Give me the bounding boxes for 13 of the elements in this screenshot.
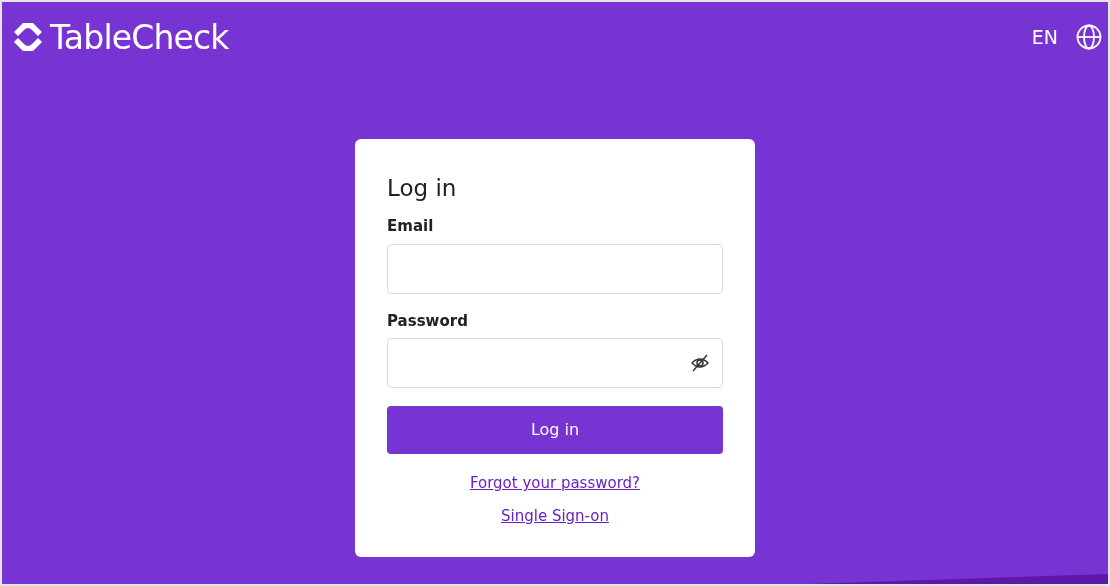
sso-link[interactable]: Single Sign-on [501,504,609,527]
field-label: Password [387,310,469,332]
logo-icon [12,21,44,53]
password-field[interactable] [387,338,723,388]
globe-icon[interactable] [1076,24,1102,50]
language-label[interactable]: EN [1031,22,1058,52]
eye-slash-icon[interactable] [690,353,710,373]
forgot-password-link[interactable]: Forgot your password? [469,472,641,495]
login-button[interactable]: Log in [387,406,723,454]
brand-name[interactable]: TableCheck [50,20,229,54]
field-label: Email [387,216,435,237]
card-title: Log in [387,174,458,203]
email-field[interactable] [387,243,723,294]
